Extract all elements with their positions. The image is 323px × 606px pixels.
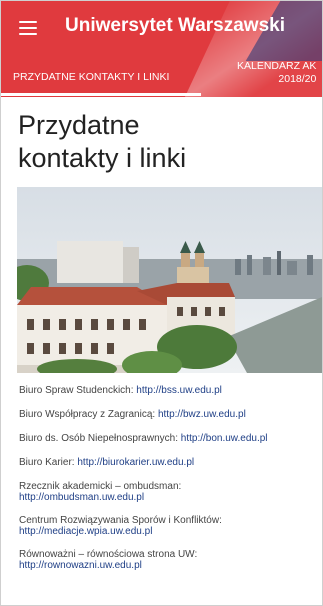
page-title-line2: kontakty i linki: [18, 143, 187, 173]
link-url[interactable]: http://bss.uw.edu.pl: [136, 385, 222, 396]
list-item: Biuro Karier: http://biurokarier.uw.edu.…: [19, 457, 194, 468]
list-item: Biuro Współpracy z Zagranicą: http://bwz…: [19, 409, 246, 420]
list-item: Biuro Spraw Studenckich: http://bss.uw.e…: [19, 385, 222, 396]
link-label: Równoważni – równościowa strona UW:: [19, 549, 198, 560]
link-url[interactable]: http://rownowazni.uw.edu.pl: [19, 560, 142, 571]
active-tab-indicator: [1, 93, 201, 96]
page-title-line1: Przydatne: [18, 110, 140, 140]
app-bar: Uniwersytet Warszawski PRZYDATNE KONTAKT…: [1, 1, 322, 97]
link-url[interactable]: http://mediacje.wpia.uw.edu.pl: [19, 526, 152, 537]
list-item: Centrum Rozwiązywania Sporów i Konfliktó…: [19, 515, 222, 537]
link-url[interactable]: http://bwz.uw.edu.pl: [158, 409, 246, 420]
campus-photo: [17, 187, 322, 373]
link-label: Biuro Karier:: [19, 457, 75, 468]
link-label: Biuro Współpracy z Zagranicą:: [19, 409, 156, 420]
list-item: Biuro ds. Osób Niepełnosprawnych: http:/…: [19, 433, 268, 444]
link-label: Biuro Spraw Studenckich:: [19, 385, 134, 396]
app-window: Uniwersytet Warszawski PRZYDATNE KONTAKT…: [0, 0, 323, 606]
page-title: Przydatne kontakty i linki: [18, 109, 308, 175]
tab-academic-calendar-line1: KALENDARZ AK: [237, 60, 317, 72]
hamburger-menu-icon[interactable]: [19, 21, 41, 37]
tab-academic-calendar[interactable]: KALENDARZ AK 2018/20: [237, 60, 316, 86]
link-label: Biuro ds. Osób Niepełnosprawnych:: [19, 433, 178, 444]
list-item: Równoważni – równościowa strona UW: http…: [19, 549, 197, 571]
tab-academic-calendar-line2: 2018/20: [278, 73, 317, 85]
link-url[interactable]: http://ombudsman.uw.edu.pl: [19, 492, 144, 503]
list-item: Rzecznik akademicki – ombudsman: http://…: [19, 481, 181, 503]
link-label: Rzecznik akademicki – ombudsman:: [19, 481, 182, 492]
link-label: Centrum Rozwiązywania Sporów i Konfliktó…: [19, 515, 222, 526]
link-url[interactable]: http://bon.uw.edu.pl: [181, 433, 268, 444]
tab-useful-contacts[interactable]: PRZYDATNE KONTAKTY I LINKI: [13, 71, 169, 83]
link-url[interactable]: http://biurokarier.uw.edu.pl: [77, 457, 194, 468]
tab-bar: PRZYDATNE KONTAKTY I LINKI KALENDARZ AK …: [1, 59, 322, 97]
campus-photo-illustration: [17, 187, 322, 373]
app-title: Uniwersytet Warszawski: [65, 15, 285, 36]
